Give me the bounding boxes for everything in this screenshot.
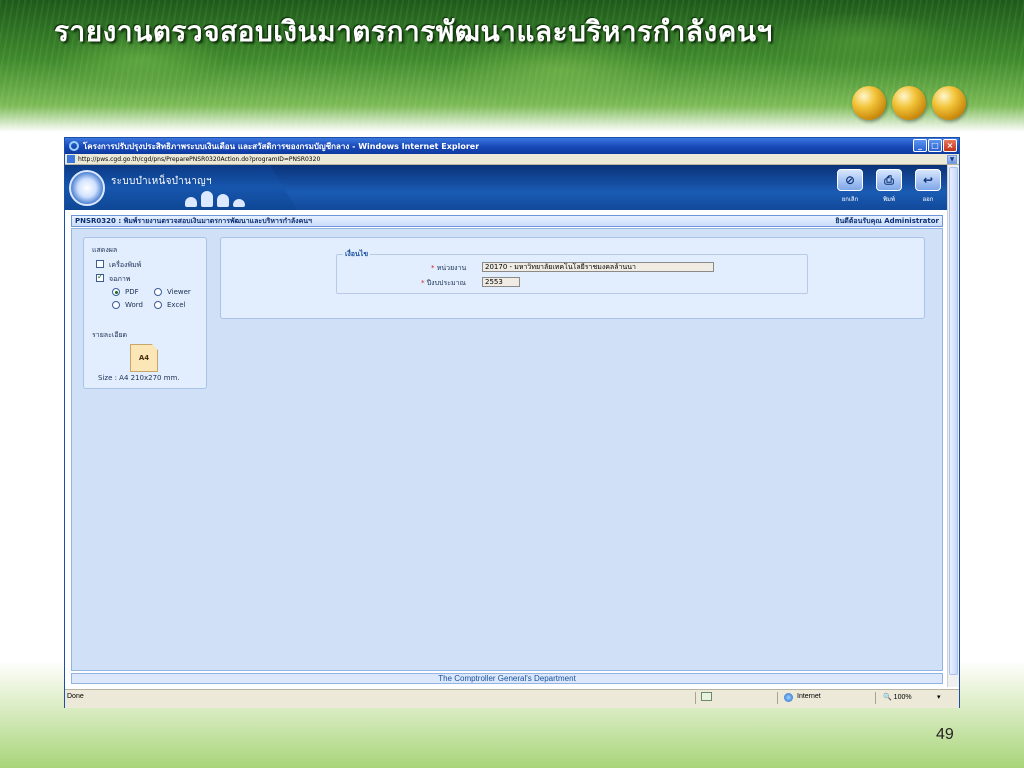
gold-ball-icon — [932, 86, 966, 120]
viewer-label: Viewer — [167, 288, 191, 296]
exit-button[interactable]: ↩ ออก — [913, 169, 943, 204]
output-heading: แสดงผล — [92, 246, 118, 254]
year-field-label: * ปีงบประมาณ — [421, 278, 466, 289]
excel-radio[interactable] — [154, 301, 162, 309]
system-name: ระบบบำเหน็จบำนาญฯ — [111, 176, 212, 187]
cancel-label: ยกเลิก — [841, 196, 859, 203]
conditions-fieldset: เงื่อนไข * หน่วยงาน 20170 - มหาวิทยาลัยเ… — [336, 249, 808, 294]
zoom-value: 100% — [893, 694, 912, 701]
output-options-panel: แสดงผล เครื่องพิมพ์ จอภาพ PDF Viewer Wor… — [83, 237, 207, 389]
pdf-radio[interactable] — [112, 288, 120, 296]
app-toolbar: ⊘ ยกเลิก ⎙ พิมพ์ ↩ ออก — [835, 169, 943, 204]
screen-label: จอภาพ — [109, 275, 131, 283]
security-zone-text: Internet — [797, 693, 821, 700]
pdf-label: PDF — [125, 288, 139, 296]
excel-label: Excel — [167, 301, 186, 309]
year-label-text: ปีงบประมาณ — [426, 279, 467, 287]
cancel-icon: ⊘ — [837, 169, 863, 191]
address-bar[interactable]: http://pws.cgd.go.th/cgd/pns/PreparePNSR… — [65, 154, 959, 165]
conditions-panel: เงื่อนไข * หน่วยงาน 20170 - มหาวิทยาลัยเ… — [220, 237, 925, 319]
printer-label: เครื่องพิมพ์ — [109, 261, 142, 269]
zoom-level[interactable]: 🔍 100% — [883, 693, 912, 701]
unit-label-text: หน่วยงาน — [436, 264, 467, 272]
year-field[interactable]: 2553 — [482, 277, 520, 287]
popup-blocker-icon[interactable] — [701, 692, 712, 701]
slide-page-number: 49 — [936, 726, 954, 743]
browser-window: โครงการปรับปรุงประสิทธิภาพระบบเงินเดือน … — [64, 137, 960, 708]
exit-label: ออก — [922, 196, 934, 203]
minimize-button[interactable]: _ — [913, 139, 927, 152]
people-illustration-icon — [185, 189, 265, 207]
printer-icon: ⎙ — [876, 169, 902, 191]
viewer-radio[interactable] — [154, 288, 162, 296]
status-divider — [777, 692, 778, 704]
page-title-bar: PNSR0320 : พิมพ์รายงานตรวจสอบเงินมาตรการ… — [71, 215, 943, 227]
slide-title: รายงานตรวจสอบเงินมาตรการพัฒนาและบริหารกำ… — [54, 15, 773, 48]
status-divider — [695, 692, 696, 704]
browser-titlebar[interactable]: โครงการปรับปรุงประสิทธิภาพระบบเงินเดือน … — [65, 138, 959, 154]
browser-title: โครงการปรับปรุงประสิทธิภาพระบบเงินเดือน … — [83, 141, 480, 151]
department-seal-icon — [69, 170, 105, 206]
vertical-scrollbar[interactable] — [947, 165, 959, 687]
welcome-text: ยินดีต้อนรับคุณ Administrator — [835, 216, 939, 225]
required-marker: * — [431, 264, 435, 272]
status-text: Done — [67, 693, 84, 700]
footer-bar: The Comptroller General's Department — [71, 673, 943, 684]
ie-logo-icon — [69, 141, 79, 151]
window-controls: _ □ × — [913, 139, 957, 152]
status-divider — [875, 692, 876, 704]
page-title: PNSR0320 : พิมพ์รายงานตรวจสอบเงินมาตรการ… — [75, 216, 312, 225]
status-bar: Done Internet 🔍 100% ▾ — [65, 689, 959, 708]
conditions-legend: เงื่อนไข — [343, 249, 371, 260]
cancel-button[interactable]: ⊘ ยกเลิก — [835, 169, 865, 204]
exit-icon: ↩ — [915, 169, 941, 191]
paper-size-text: Size : A4 210x270 mm. — [98, 374, 180, 382]
address-dropdown-icon[interactable]: ▼ — [947, 155, 957, 164]
app-header: ระบบบำเหน็จบำนาญฯ ⊘ ยกเลิก ⎙ พิมพ์ ↩ ออก — [65, 165, 949, 210]
internet-globe-icon — [784, 693, 793, 702]
gold-ball-icon — [852, 86, 886, 120]
required-marker: * — [421, 279, 425, 287]
unit-field-label: * หน่วยงาน — [431, 263, 466, 274]
maximize-button[interactable]: □ — [928, 139, 942, 152]
decorative-balls — [852, 86, 966, 120]
printer-checkbox[interactable] — [96, 260, 104, 268]
word-label: Word — [125, 301, 143, 309]
paper-a4-icon: A4 — [130, 344, 158, 372]
zoom-dropdown-icon[interactable]: ▾ — [937, 693, 941, 701]
paper-label: A4 — [138, 354, 150, 362]
screen-checkbox[interactable] — [96, 272, 104, 282]
unit-field[interactable]: 20170 - มหาวิทยาลัยเทคโนโลยีราชมงคลล้านน… — [482, 262, 714, 272]
word-radio[interactable] — [112, 301, 120, 309]
close-window-button[interactable]: × — [943, 139, 957, 152]
page-icon — [67, 155, 75, 163]
detail-heading: รายละเอียด — [92, 331, 128, 339]
content-area: แสดงผล เครื่องพิมพ์ จอภาพ PDF Viewer Wor… — [71, 228, 943, 671]
address-url[interactable]: http://pws.cgd.go.th/cgd/pns/PreparePNSR… — [78, 156, 320, 163]
print-label: พิมพ์ — [883, 196, 895, 203]
gold-ball-icon — [892, 86, 926, 120]
scrollbar-thumb[interactable] — [949, 167, 958, 675]
print-button[interactable]: ⎙ พิมพ์ — [874, 169, 904, 204]
